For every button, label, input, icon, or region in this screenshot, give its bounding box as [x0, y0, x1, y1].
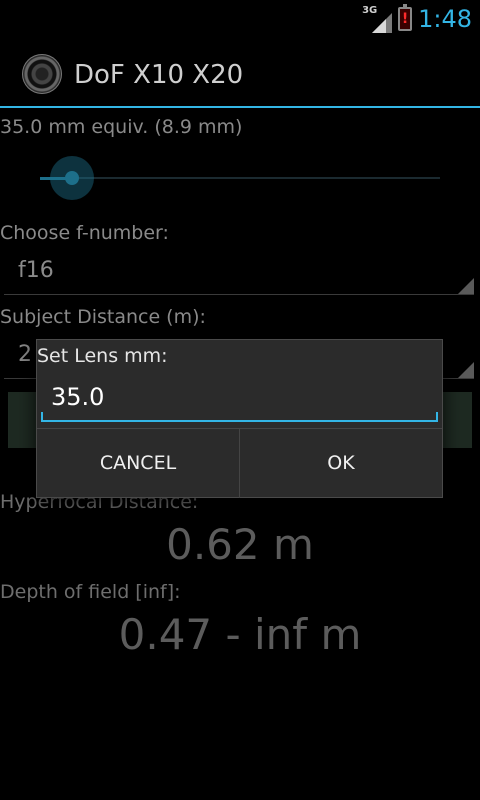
subject-distance-label: Subject Distance (m): — [0, 306, 206, 328]
clock: 1:48 — [418, 5, 472, 33]
dropdown-corner-icon — [458, 278, 474, 294]
dropdown-corner-icon — [458, 362, 474, 378]
dof-value: 0.47 - inf m — [118, 610, 362, 659]
action-bar-divider — [0, 106, 480, 108]
set-lens-dialog: Set Lens mm: CANCEL OK — [36, 339, 443, 498]
fnumber-spinner[interactable]: f16 — [4, 250, 474, 295]
app-title: DoF X10 X20 — [74, 60, 244, 90]
dialog-button-row: CANCEL OK — [37, 428, 442, 498]
hyperfocal-value: 0.62 m — [166, 520, 314, 569]
status-bar: 3G ! 1:48 — [0, 0, 480, 38]
dof-label: Depth of field [inf]: — [0, 581, 181, 603]
focal-length-label: 35.0 mm equiv. (8.9 mm) — [0, 116, 243, 138]
distance-value: 2 — [18, 342, 32, 367]
dialog-title: Set Lens mm: — [37, 345, 168, 367]
focal-slider-thumb[interactable] — [50, 156, 94, 200]
fnumber-label: Choose f-number: — [0, 222, 169, 244]
ok-button[interactable]: OK — [240, 429, 442, 498]
lens-mm-field[interactable] — [41, 376, 438, 422]
signal-icon: 3G — [362, 5, 393, 33]
cancel-button[interactable]: CANCEL — [37, 429, 240, 498]
focal-slider-track[interactable] — [40, 177, 440, 179]
fnumber-value: f16 — [18, 258, 54, 283]
lens-icon[interactable] — [22, 54, 62, 94]
action-bar: DoF X10 X20 — [0, 38, 480, 106]
lens-mm-input[interactable] — [51, 380, 421, 414]
battery-low-icon: ! — [398, 4, 413, 31]
